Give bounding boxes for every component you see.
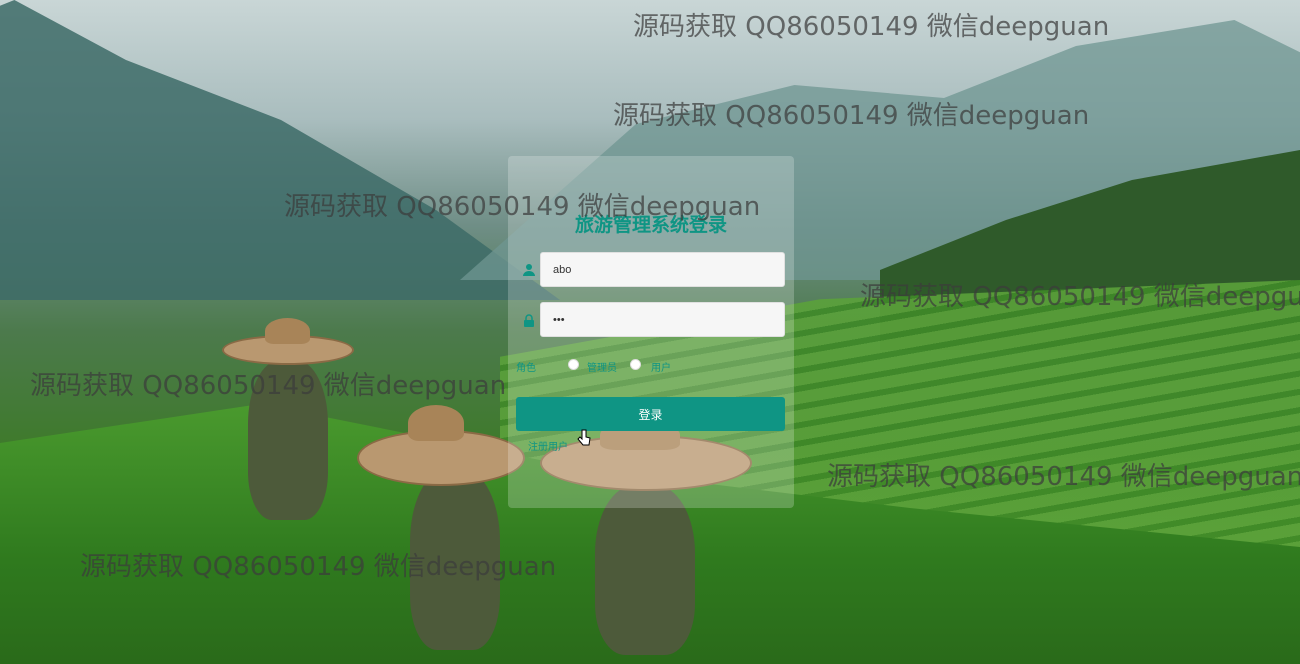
role-option-admin-label[interactable]: 管理员 (587, 359, 617, 374)
user-icon (522, 262, 536, 276)
login-title: 旅游管理系统登录 (574, 214, 727, 236)
register-link[interactable]: 注册用户 (528, 438, 568, 453)
straw-figure-right (595, 485, 695, 655)
login-panel: 旅游管理系统登录 角色 管理员 用户 登录 注册用户 (508, 156, 794, 508)
straw-figure-middle (410, 470, 500, 650)
straw-hat-crown-middle (408, 405, 464, 441)
role-radio-user[interactable] (630, 359, 641, 370)
straw-hat-crown-left (265, 318, 310, 344)
straw-figure-left (248, 360, 328, 520)
role-label: 角色 (516, 363, 536, 374)
lock-icon (522, 313, 536, 327)
mountain-left (0, 0, 560, 300)
hand-cursor-icon (577, 429, 591, 446)
role-option-user-label[interactable]: 用户 (651, 359, 671, 374)
login-button[interactable]: 登录 (516, 397, 785, 431)
role-selector: 角色 管理员 用户 (516, 358, 786, 374)
password-input[interactable] (540, 302, 785, 337)
role-radio-admin[interactable] (568, 359, 579, 370)
username-input[interactable] (540, 252, 785, 287)
